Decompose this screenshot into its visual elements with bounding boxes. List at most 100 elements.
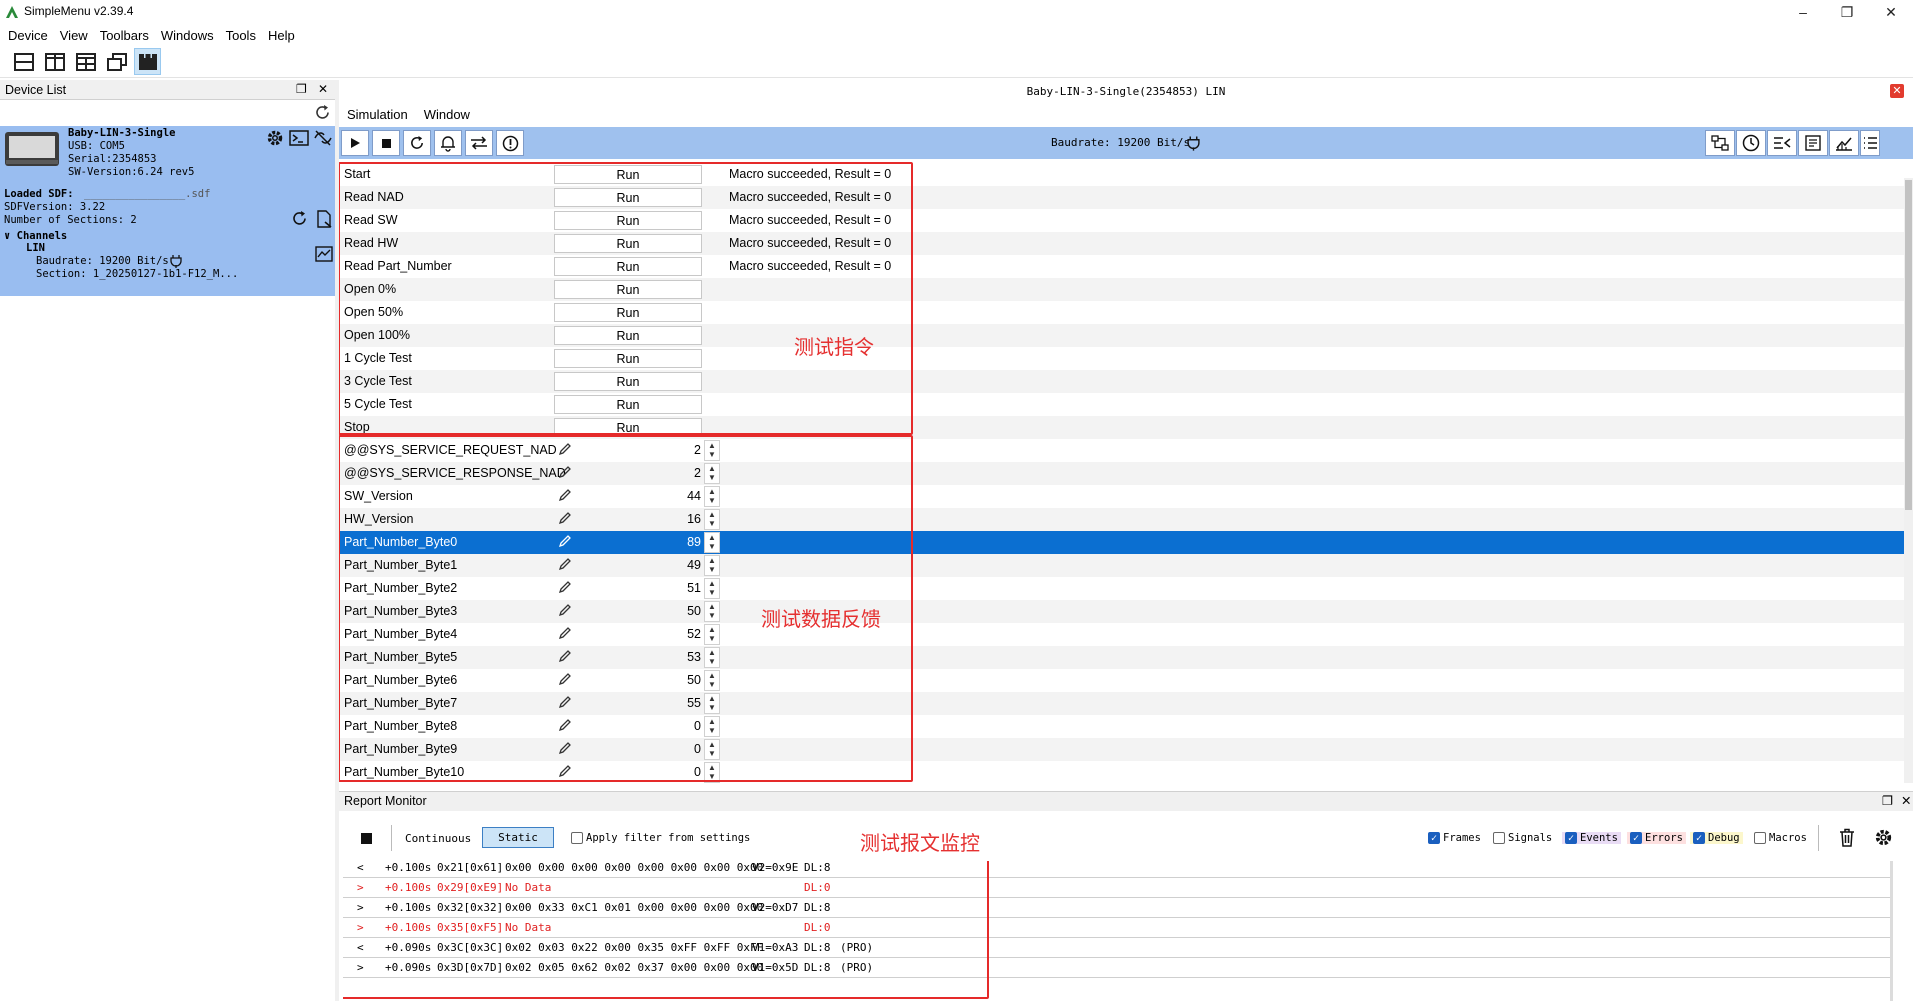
menu-window[interactable]: Window (424, 107, 470, 122)
window-title: SimpleMenu v2.39.4 (24, 4, 134, 18)
report-monitor-header: Report Monitor ❐ ✕ (339, 791, 1913, 811)
float-panel-icon[interactable]: ❐ (296, 82, 307, 96)
tabs-icon (138, 53, 157, 70)
refresh-icon (411, 135, 423, 149)
filter-macros-label: Macros (1769, 832, 1807, 844)
device-sw-version: SW-Version:6.24 rev5 (68, 166, 195, 178)
static-mode-button[interactable]: Static (482, 827, 554, 848)
menu-view[interactable]: View (60, 28, 97, 43)
gear-icon[interactable] (266, 129, 284, 147)
menu-toolbars[interactable]: Toolbars (100, 28, 158, 43)
loaded-sdf-file: ________________.sdf (84, 188, 211, 200)
close-panel-icon[interactable]: ✕ (318, 82, 328, 96)
terminal-icon[interactable] (289, 129, 309, 147)
filter-debug-label: Debug (1708, 832, 1740, 844)
device-usb: USB: COM5 (68, 140, 125, 152)
layout-vertical-button[interactable] (41, 48, 68, 75)
stop-icon[interactable] (361, 833, 372, 844)
load-sdf-icon[interactable] (315, 210, 333, 228)
toolbar-separator (391, 825, 392, 851)
apply-filter-checkbox[interactable]: Apply filter from settings (568, 832, 753, 844)
alert-circle-icon (502, 135, 518, 151)
filter-errors-label: Errors (1645, 832, 1683, 844)
cascade-windows-button[interactable] (103, 48, 130, 75)
restore-button[interactable]: ❐ (1825, 0, 1869, 24)
line-chart-icon (1836, 137, 1852, 151)
menu-windows[interactable]: Windows (161, 28, 223, 43)
checkbox-empty (1754, 832, 1766, 844)
frame-view-button[interactable] (1705, 130, 1735, 156)
minimize-button[interactable]: – (1781, 0, 1825, 24)
close-panel-icon[interactable]: ✕ (1901, 792, 1911, 811)
menu-tools[interactable]: Tools (226, 28, 265, 43)
filter-events[interactable]: ✓ Events (1562, 832, 1621, 844)
filter-events-label: Events (1580, 832, 1618, 844)
float-panel-icon[interactable]: ❐ (1882, 792, 1893, 811)
report-monitor-title: Report Monitor (344, 794, 427, 808)
title-bar: SimpleMenu v2.39.4 – ❐ ✕ (0, 0, 1913, 24)
filter-errors[interactable]: ✓ Errors (1627, 832, 1686, 844)
layout-rows-icon (13, 52, 34, 71)
filter-signals-label: Signals (1508, 832, 1553, 844)
chart-button[interactable] (1829, 130, 1859, 156)
grid-scrollbar-thumb[interactable] (1905, 180, 1912, 510)
monitor-chart-icon[interactable] (315, 246, 333, 262)
channel-section: Section: 1_20250127-1b1-F12_M... (36, 268, 239, 280)
layout-grid-button[interactable] (72, 48, 99, 75)
main-toolbar (0, 46, 1913, 78)
commands-highlight-box (339, 162, 913, 435)
annotation-commands: 测试指令 (794, 335, 874, 359)
macro-list-button[interactable] (1767, 130, 1797, 156)
simulation-toolbar: Baudrate: 19200 Bit/s (339, 127, 1913, 159)
log-scrollbar[interactable] (1890, 861, 1893, 1001)
layout-horizontal-button[interactable] (10, 48, 37, 75)
close-window-button[interactable]: ✕ (1869, 0, 1913, 24)
filter-frames[interactable]: ✓ Frames (1425, 832, 1484, 844)
filter-signals[interactable]: Signals (1490, 832, 1555, 844)
tabbed-windows-button[interactable] (134, 48, 161, 75)
device-image-icon (5, 132, 59, 166)
alert-button[interactable] (496, 130, 524, 156)
gear-icon[interactable] (1874, 828, 1893, 847)
device-list-title: Device List (5, 82, 67, 97)
device-panel[interactable]: Baby-LIN-3-Single USB: COM5 Serial:23548… (0, 126, 335, 296)
wakeup-button[interactable] (434, 130, 462, 156)
macro-signal-grid: Start Run Macro succeeded, Result = 0 Read … (339, 159, 1904, 783)
sdf-menu-bar: Simulation Window (339, 104, 486, 124)
device-serial: Serial:2354853 (68, 153, 157, 165)
menu-help[interactable]: Help (268, 28, 304, 43)
start-simulation-button[interactable] (341, 130, 369, 156)
play-icon (351, 138, 360, 148)
stop-icon (381, 138, 391, 148)
signal-edit-button[interactable] (1798, 130, 1828, 156)
channel-lin[interactable]: LIN (26, 242, 45, 255)
reset-button[interactable] (403, 130, 431, 156)
app-logo-icon (6, 6, 18, 18)
annotation-monitor: 测试报文监控 (860, 831, 980, 855)
check-icon: ✓ (1630, 832, 1642, 844)
schedule-button[interactable] (1736, 130, 1766, 156)
filter-debug[interactable]: ✓ Debug (1690, 832, 1743, 844)
refresh-devices-icon[interactable] (314, 104, 331, 121)
report-log: < +0.100s 0x21[0x61] 0x00 0x00 0x00 0x00 0x… (343, 861, 1893, 1001)
more-options-button[interactable] (1860, 130, 1880, 156)
trash-icon[interactable] (1839, 828, 1855, 847)
device-list-header: Device List ❐ ✕ (0, 80, 335, 100)
filter-frames-label: Frames (1443, 832, 1481, 844)
toolbar-separator (1818, 825, 1819, 851)
filter-macros[interactable]: Macros (1751, 832, 1810, 844)
disconnect-icon[interactable] (313, 129, 333, 147)
channel-baudrate: Baudrate: 19200 Bit/s (36, 255, 169, 267)
close-sdf-window-button[interactable]: ✕ (1890, 84, 1904, 98)
clock-icon (1742, 134, 1760, 152)
menu-device[interactable]: Device (8, 28, 57, 43)
plug-icon (170, 255, 182, 268)
continuous-mode-button[interactable]: Continuous (405, 832, 471, 845)
monitor-highlight-box (343, 861, 989, 999)
stop-simulation-button[interactable] (372, 130, 400, 156)
reload-sdf-icon[interactable] (291, 210, 308, 227)
check-icon: ✓ (1428, 832, 1440, 844)
transfer-button[interactable] (465, 130, 493, 156)
menu-simulation[interactable]: Simulation (347, 107, 408, 122)
swap-arrows-icon (471, 136, 487, 150)
